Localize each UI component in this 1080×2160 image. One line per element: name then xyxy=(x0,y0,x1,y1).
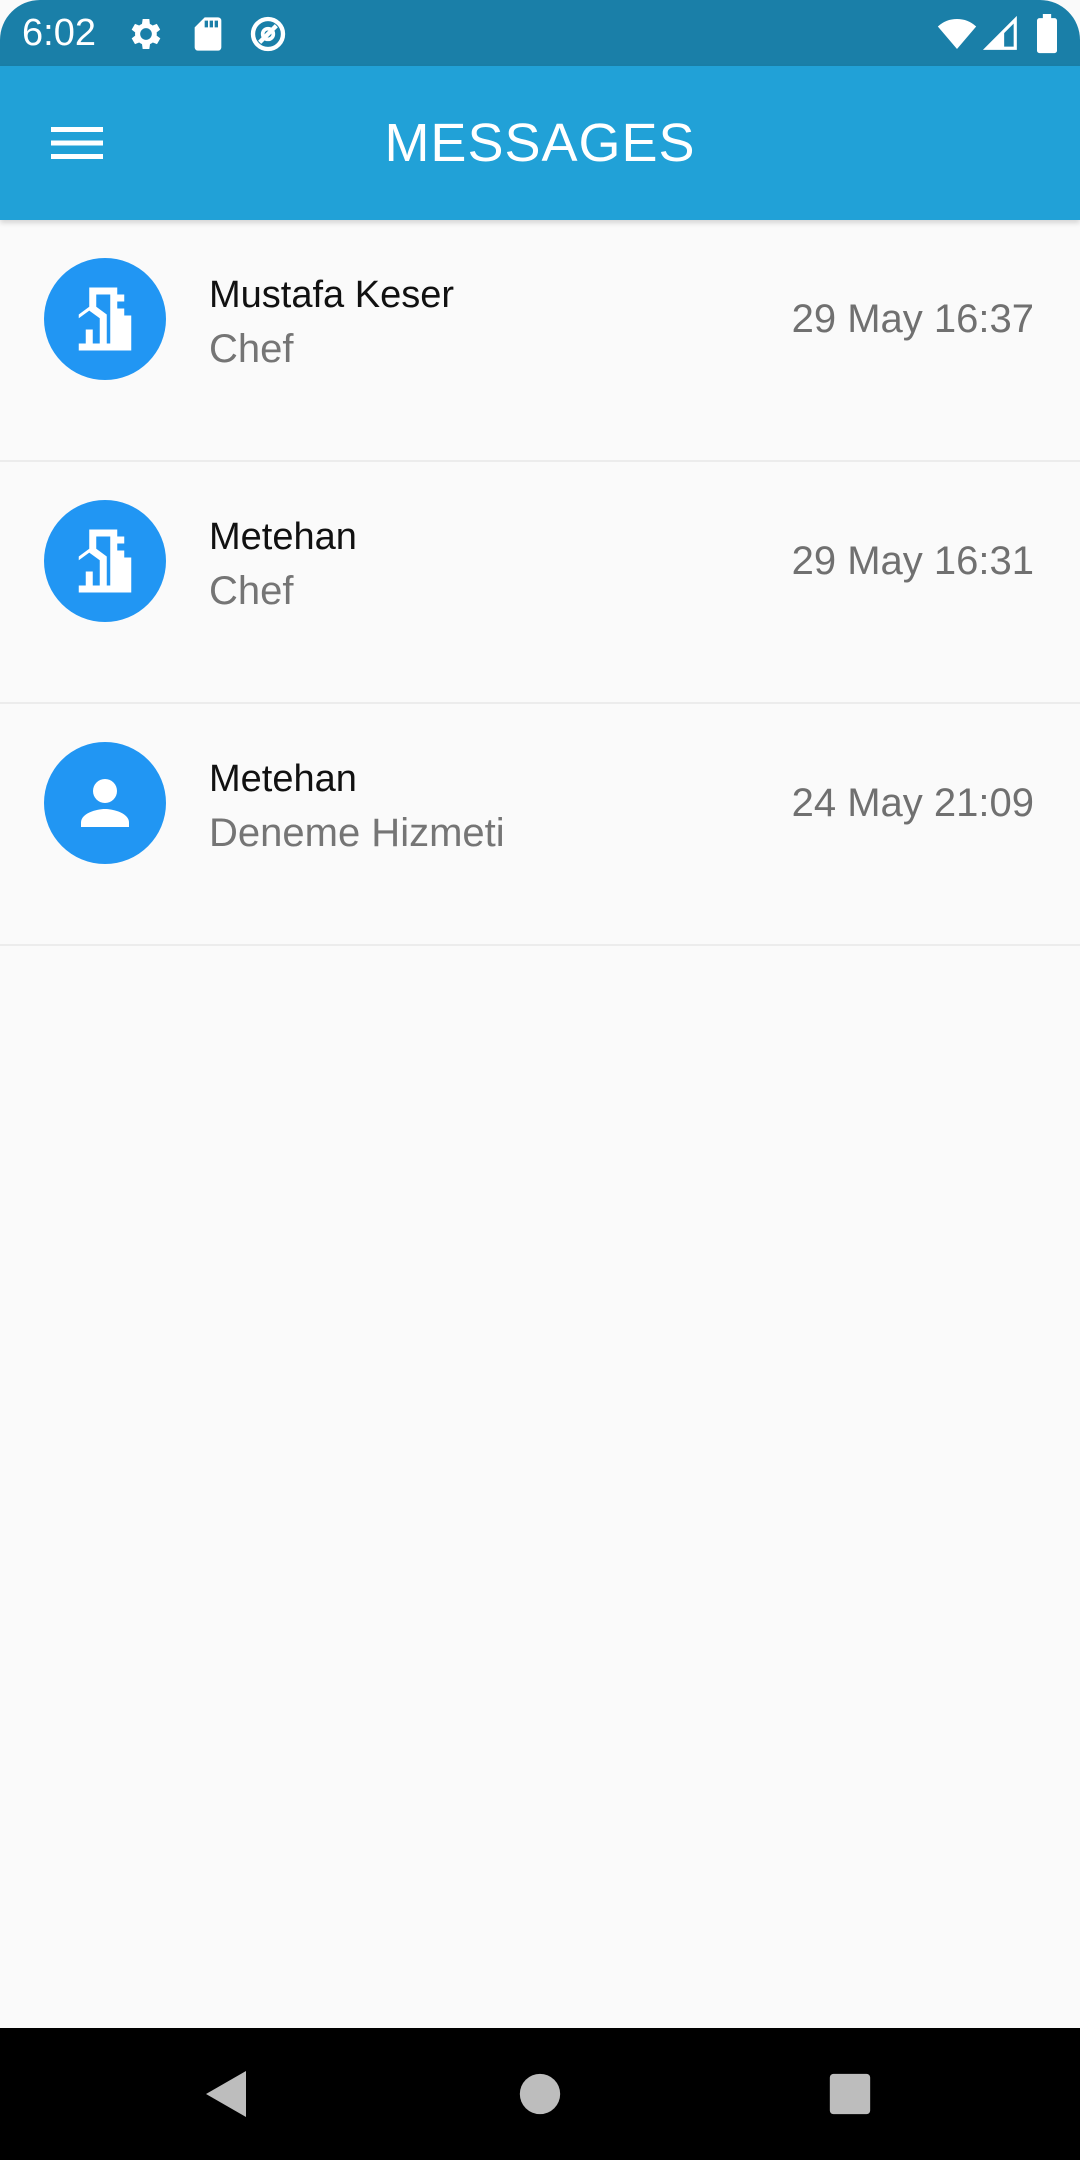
cellular-signal-icon xyxy=(982,14,1022,54)
gear-icon xyxy=(126,14,166,54)
sender-name: Mustafa Keser xyxy=(209,274,454,316)
message-list: Mustafa Keser Chef 29 May 16:37 Metehan … xyxy=(0,220,1080,946)
avatar xyxy=(44,500,166,622)
navigation-bar xyxy=(0,2028,1080,2160)
message-timestamp: 29 May 16:37 xyxy=(791,297,1034,341)
page-title: MESSAGES xyxy=(384,113,696,173)
battery-icon xyxy=(1034,14,1060,54)
person-icon xyxy=(81,779,129,827)
message-list-item[interactable]: Metehan Chef 29 May 16:31 xyxy=(0,462,1080,704)
back-icon[interactable] xyxy=(196,2064,256,2124)
avatar xyxy=(44,742,166,864)
building-icon xyxy=(78,287,132,351)
sender-name: Metehan xyxy=(209,758,357,800)
message-subtitle: Deneme Hizmeti xyxy=(209,811,505,855)
sd-card-icon xyxy=(188,14,228,54)
recents-icon[interactable] xyxy=(820,2064,880,2124)
message-timestamp: 24 May 21:09 xyxy=(791,781,1034,825)
home-icon[interactable] xyxy=(510,2064,570,2124)
message-timestamp: 29 May 16:31 xyxy=(791,539,1034,583)
status-bar: 6:02 xyxy=(0,0,1080,66)
status-time: 6:02 xyxy=(22,12,96,54)
building-icon xyxy=(78,529,132,593)
sync-icon xyxy=(248,14,288,54)
sender-name: Metehan xyxy=(209,516,357,558)
message-subtitle: Chef xyxy=(209,327,294,371)
messages-screen: 6:02 MESSAGES Mustafa Keser Chef 29 May … xyxy=(0,0,1080,2160)
message-subtitle: Chef xyxy=(209,569,294,613)
wifi-icon xyxy=(936,14,977,54)
message-list-item[interactable]: Mustafa Keser Chef 29 May 16:37 xyxy=(0,220,1080,462)
app-bar: MESSAGES xyxy=(0,66,1080,220)
avatar xyxy=(44,258,166,380)
message-list-item[interactable]: Metehan Deneme Hizmeti 24 May 21:09 xyxy=(0,704,1080,946)
